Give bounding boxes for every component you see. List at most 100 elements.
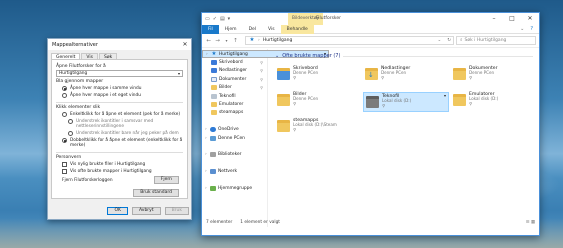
option-label: Åpne hver mappe i samme vindu [70, 86, 142, 91]
single-click-option[interactable]: Enkeltklikk for å åpne et element (pek f… [56, 112, 183, 117]
radio-button[interactable] [62, 86, 67, 91]
frequent-folders-checkbox[interactable]: Vis ofte brukte mapper i Hurtigtilgang [56, 169, 183, 174]
radio-button[interactable] [68, 131, 73, 136]
browse-same-window-option[interactable]: Åpne hver mappe i samme vindu [56, 86, 183, 91]
radio-button[interactable] [62, 93, 67, 98]
checkbox[interactable] [62, 169, 67, 174]
apply-button[interactable]: Bruk [164, 207, 189, 215]
address-bar[interactable]: ★ › Hurtigtilgang ⌄ ↻ [245, 36, 454, 45]
folder-tile[interactable]: Bilder Denne PCen ⚲ [275, 91, 361, 111]
expand-chevron-icon[interactable]: › [205, 152, 208, 157]
cancel-button[interactable]: Avbryt [131, 207, 161, 215]
nav-item-label: Skrivebord [219, 60, 243, 66]
properties-icon[interactable]: ✓ [213, 16, 217, 22]
nav-item[interactable]: Skrivebord ⚲ [202, 58, 267, 66]
pin-icon: ⚲ [293, 75, 296, 80]
open-explorer-select[interactable]: Hurtigtilgang [56, 70, 183, 77]
nav-item[interactable]: › Nettverk [202, 167, 267, 175]
nav-item-label: Dokumenter [219, 76, 247, 82]
folder-tile[interactable]: NedlastingerDenne PCen⚲ [363, 65, 449, 85]
open-explorer-label: Åpne Filutforsker for å [56, 64, 106, 69]
customize-toolbar-icon[interactable]: ▾ [228, 16, 231, 22]
new-folder-icon[interactable]: ▤ [220, 16, 225, 22]
nav-item[interactable]: › Denne PCen [202, 134, 267, 142]
tab-manage[interactable]: Behandle [280, 24, 314, 34]
browse-folders-label: Bla gjennom mapper [56, 79, 104, 84]
expand-chevron-icon[interactable]: › [206, 52, 209, 57]
up-arrow-icon[interactable]: ↑ [232, 38, 239, 44]
folder-tile[interactable]: Teknofil Lokal disk (D:) ⚲ [363, 92, 449, 112]
nav-item[interactable]: Nedlastinger ⚲ [202, 67, 267, 75]
pin-icon: ⚲ [469, 75, 472, 80]
view-toggle-icons[interactable]: ☰ ▦ [526, 219, 535, 227]
collapse-chevron-icon[interactable]: ⌄ [275, 53, 279, 59]
maximize-icon[interactable]: □ [503, 13, 521, 25]
nav-item-label: Biblioteker [218, 152, 242, 158]
breadcrumb-current[interactable]: Hurtigtilgang [263, 37, 293, 44]
minimize-icon[interactable]: – [485, 13, 503, 25]
nav-item[interactable]: › Biblioteker [202, 151, 267, 159]
close-icon[interactable]: ✕ [521, 13, 539, 25]
nav-item-label: Hurtigtilgang [219, 51, 248, 57]
refresh-icon[interactable]: ↻ [447, 37, 451, 44]
browse-new-window-option[interactable]: Åpne hver mappe i et eget vindu [56, 93, 183, 98]
nav-item[interactable]: › Hjemmegruppe [202, 184, 267, 192]
expand-chevron-icon[interactable]: › [205, 127, 208, 132]
nav-item-label: steamapps [219, 110, 244, 116]
nav-item[interactable]: Emulatorer [202, 100, 267, 108]
status-bar: 7 elementer 1 element er valgt ☰ ▦ [202, 219, 539, 227]
forward-arrow-icon[interactable]: → [214, 38, 221, 44]
expand-chevron-icon[interactable]: › [205, 186, 208, 191]
folder-tile[interactable]: steamapps Lokal disk (D:)\Steam ⚲ [275, 117, 361, 137]
tab-view[interactable]: Vis [262, 25, 281, 34]
underline-browser-option[interactable]: Understrek ikontitler i samsvar med nett… [56, 119, 183, 129]
expand-chevron-icon[interactable]: › [205, 169, 208, 174]
recent-locations-icon[interactable]: ▾ [223, 38, 230, 43]
close-icon[interactable]: ✕ [179, 41, 191, 48]
recent-files-checkbox[interactable]: Vis nylig brukte filer i Hurtigtilgang [56, 162, 183, 167]
folder-icon [211, 85, 217, 91]
folder-tile[interactable]: Emulatorer Lokal disk (D:) ⚲ [451, 91, 537, 111]
expand-chevron-icon[interactable]: › [205, 136, 208, 141]
address-dropdown-icon[interactable]: ⌄ [437, 37, 441, 44]
radio-button[interactable] [68, 119, 73, 124]
nav-item[interactable]: Teknofil [202, 92, 267, 100]
radio-button[interactable] [62, 138, 67, 143]
tab-share[interactable]: Del [243, 25, 262, 34]
pin-icon: ⚲ [469, 101, 472, 106]
tab-home[interactable]: Hjem [219, 25, 243, 34]
option-label: Åpne hver mappe i et eget vindu [70, 93, 141, 98]
folder-tile[interactable]: Skrivebord Denne PCen ⚲ [275, 65, 361, 85]
clear-button[interactable]: Fjern [153, 176, 179, 184]
folder-options-dialog: Mappealternativer ✕ Generelt Vis Søk Åpn… [47, 38, 192, 220]
lib-icon [210, 152, 216, 158]
restore-defaults-button[interactable]: Bruk standard [133, 189, 179, 197]
nav-item[interactable]: steamapps [202, 109, 267, 117]
option-label: Vis ofte brukte mapper i Hurtigtilgang [70, 169, 152, 174]
nav-item[interactable]: Dokumenter ⚲ [202, 75, 267, 83]
doc-icon [211, 76, 217, 82]
nav-item[interactable]: Bilder ⚲ [202, 84, 267, 92]
underline-hover-option[interactable]: Understrek ikontitler bare når jeg peker… [56, 131, 183, 136]
window-title: Filutforsker [316, 16, 341, 21]
folder-icon [453, 94, 466, 106]
nav-item[interactable]: › OneDrive [202, 126, 267, 134]
nav-item-label: Hjemmegruppe [218, 185, 253, 191]
ok-button[interactable]: OK [107, 207, 128, 215]
back-arrow-icon[interactable]: ← [205, 38, 212, 44]
folder-tile[interactable]: Dokumenter Denne PCen ⚲ [451, 65, 537, 85]
breadcrumb-chevron-icon[interactable]: › [258, 37, 260, 44]
folder-icon[interactable]: ▭ [205, 16, 210, 22]
folder-icon [277, 120, 290, 132]
double-click-option[interactable]: Dobbeltklikk for å åpne et element (enke… [56, 138, 183, 148]
frequent-folders-header[interactable]: ⌄ Ofte brukte mapper (7) [269, 49, 539, 61]
checkbox[interactable] [62, 162, 67, 167]
search-box[interactable]: ⌕ Søk i Hurtigtilgang [456, 36, 536, 45]
expand-ribbon-icon[interactable]: ⌄ [520, 26, 524, 32]
help-icon[interactable]: ? [530, 26, 533, 32]
radio-button[interactable] [62, 112, 67, 117]
nav-item-label: Bilder [219, 85, 232, 91]
tab-file[interactable]: Fil [202, 24, 219, 34]
pc-icon [210, 135, 216, 141]
